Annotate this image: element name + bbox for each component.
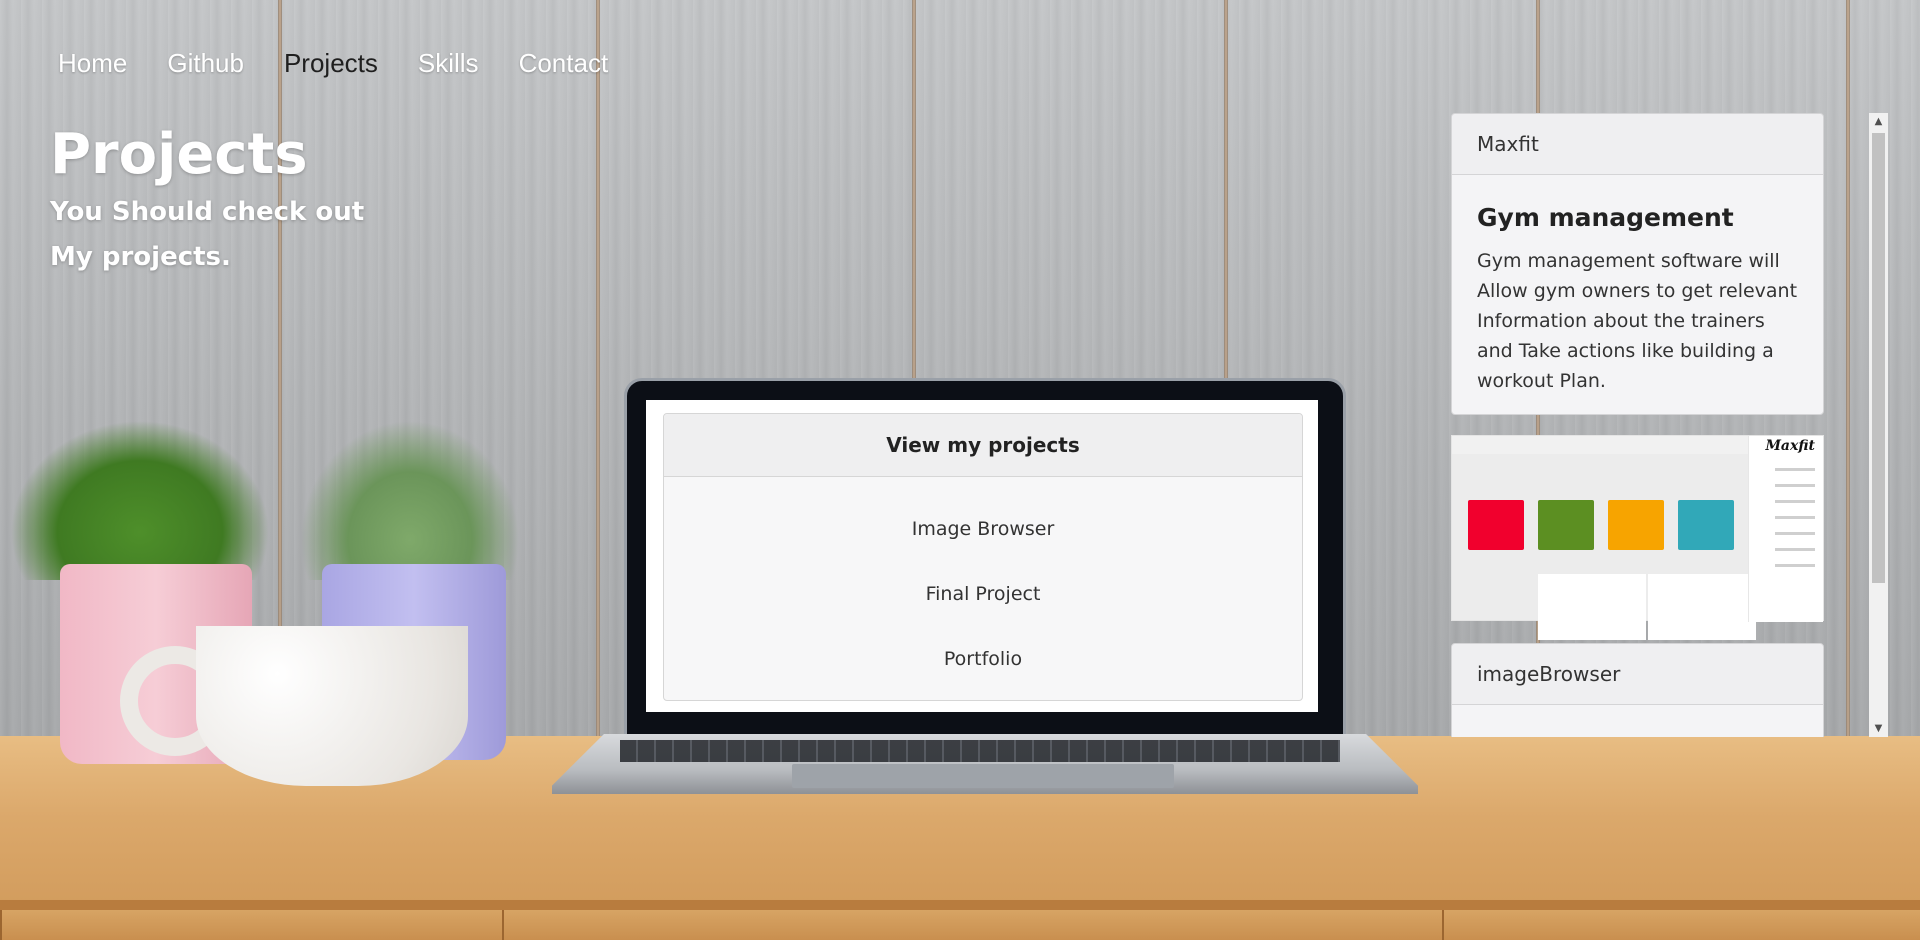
hero: Projects You Should check out My project…	[50, 120, 364, 280]
speckled-cup	[196, 626, 468, 786]
project-link-portfolio[interactable]: Portfolio	[664, 627, 1302, 692]
projects-card-header: View my projects	[664, 414, 1302, 477]
screenshot-sidebar: Maxfit	[1748, 436, 1823, 622]
maxfit-screenshot[interactable]: Maxfit	[1451, 435, 1824, 640]
dashboard-tile-red	[1468, 500, 1524, 550]
dashboard-tile-green	[1538, 500, 1594, 550]
sidebar-line	[1775, 564, 1815, 567]
nav-projects[interactable]: Projects	[284, 48, 378, 79]
succulent-leaves-icon	[300, 420, 520, 580]
nav-skills[interactable]: Skills	[418, 48, 479, 79]
sidebar-line	[1775, 532, 1815, 535]
desk-drawer	[0, 910, 502, 940]
hero-subtitle-line1: You Should check out	[50, 197, 365, 227]
nav-home[interactable]: Home	[58, 48, 127, 79]
sidebar-line	[1775, 548, 1815, 551]
card-header: imageBrowser	[1452, 644, 1823, 705]
sidebar-line	[1775, 516, 1815, 519]
project-card-imagebrowser: imageBrowser	[1451, 643, 1824, 737]
card-title: Gym management	[1477, 203, 1734, 232]
maxfit-logo: Maxfit	[1765, 438, 1815, 454]
plant-leaves-icon	[10, 420, 270, 580]
panel-scrollbar[interactable]: ▲ ▼	[1869, 113, 1888, 737]
sidebar-line	[1775, 500, 1815, 503]
plank-gap	[1846, 0, 1850, 740]
screenshot-dashboard	[1452, 454, 1756, 640]
sidebar-line	[1775, 484, 1815, 487]
plank-gap	[596, 0, 600, 740]
scroll-down-icon[interactable]: ▼	[1869, 720, 1888, 737]
page-title: Projects	[50, 122, 308, 187]
project-link-image-browser[interactable]: Image Browser	[664, 497, 1302, 562]
project-card-maxfit: Maxfit Gym management Gym management sof…	[1451, 113, 1824, 415]
dashboard-tile-teal	[1678, 500, 1734, 550]
projects-list: Image Browser Final Project Portfolio	[664, 477, 1302, 692]
desk-drawer	[502, 910, 1442, 940]
projects-side-panel[interactable]: Maxfit Gym management Gym management sof…	[1451, 113, 1824, 737]
card-text: Gym management software will Allow gym o…	[1477, 250, 1798, 392]
laptop-keyboard	[620, 740, 1340, 762]
dashboard-panel	[1648, 574, 1756, 640]
main-nav: Home Github Projects Skills Contact	[58, 48, 608, 79]
projects-card: View my projects Image Browser Final Pro…	[663, 413, 1303, 701]
dashboard-panel	[1538, 574, 1646, 640]
project-link-final-project[interactable]: Final Project	[664, 562, 1302, 627]
desk-edge	[0, 900, 1920, 910]
scrollbar-thumb[interactable]	[1872, 133, 1885, 583]
card-body	[1452, 705, 1823, 737]
card-body: Gym management Gym management software w…	[1452, 175, 1823, 414]
dashboard-tile-orange	[1608, 500, 1664, 550]
hero-subtitle-line2: My projects.	[50, 242, 231, 272]
card-header: Maxfit	[1452, 114, 1823, 175]
laptop-trackpad	[792, 764, 1174, 788]
sidebar-line	[1775, 468, 1815, 471]
desk-drawer	[1442, 910, 1920, 940]
scroll-up-icon[interactable]: ▲	[1869, 113, 1888, 130]
nav-contact[interactable]: Contact	[519, 48, 609, 79]
nav-github[interactable]: Github	[167, 48, 244, 79]
